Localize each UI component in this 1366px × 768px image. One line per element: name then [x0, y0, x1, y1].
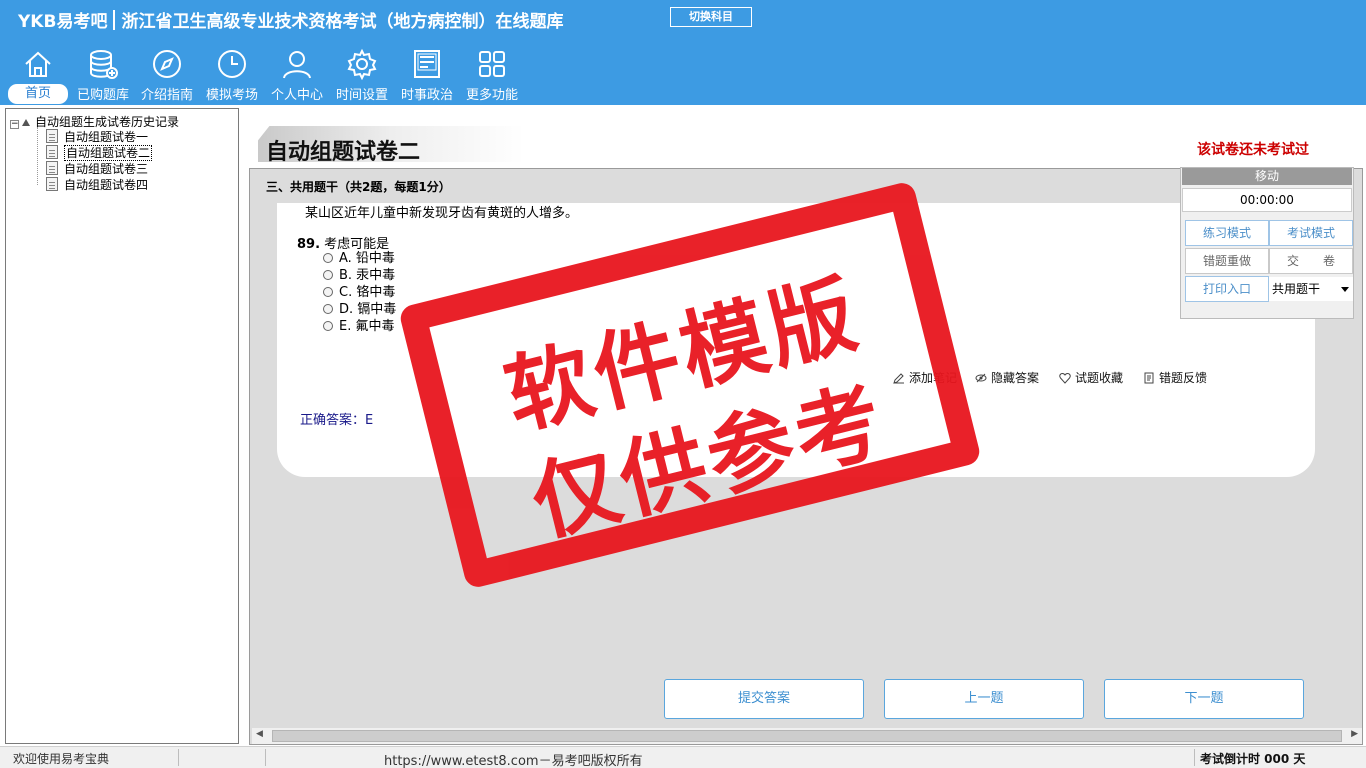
- nav-label: 个人中心: [270, 88, 323, 103]
- user-icon: [283, 51, 311, 79]
- option-c[interactable]: C. 铬中毒: [323, 284, 395, 301]
- brand: YKB易考吧 浙江省卫生高级专业技术资格考试（地方病控制）在线题库: [18, 7, 563, 32]
- option-d[interactable]: D. 镉中毒: [323, 301, 396, 318]
- logo: YKB易考吧: [18, 12, 108, 32]
- status-divider: [265, 749, 266, 766]
- question-number: 89.: [297, 237, 321, 252]
- radio-button[interactable]: [323, 287, 333, 297]
- correct-answer: 正确答案：E: [300, 413, 374, 428]
- section-title: 三、共用题干（共2题，每题1分）: [266, 180, 451, 194]
- nav-label: 模拟考场: [205, 88, 258, 103]
- welcome-text: 欢迎使用易考宝典: [13, 752, 110, 766]
- document-icon: [46, 161, 58, 175]
- radio-button[interactable]: [323, 321, 333, 331]
- gear-icon: [347, 48, 377, 80]
- app-header: YKB易考吧 浙江省卫生高级专业技术资格考试（地方病控制）在线题库 切换科目 首页…: [0, 0, 1366, 105]
- tree-item-paper-4[interactable]: 自动组题试卷四: [46, 176, 148, 192]
- exam-control-panel: 移动 00:00:00 练习模式 考试模式 错题重做 交 卷 打印入口 共用题干: [1180, 167, 1354, 319]
- tree-connector: [37, 127, 38, 185]
- document-icon: [46, 177, 58, 191]
- nav-label: 介绍指南: [140, 88, 193, 103]
- tree-item-paper-3[interactable]: 自动组题试卷三: [46, 160, 148, 176]
- nav-label: 时事政治: [400, 88, 453, 103]
- exam-countdown: 考试倒计时 000 天: [1200, 752, 1306, 766]
- nav-time-settings[interactable]: 时间设置: [332, 48, 392, 104]
- grid-icon: [479, 51, 505, 77]
- exam-status-note: 该试卷还未考试过: [1197, 142, 1309, 158]
- scroll-right-icon[interactable]: ▶: [1351, 729, 1358, 739]
- scroll-thumb[interactable]: [272, 730, 1342, 742]
- nav-home[interactable]: 首页: [8, 48, 68, 104]
- option-b[interactable]: B. 汞中毒: [323, 267, 395, 284]
- prev-question-button[interactable]: 上一题: [884, 679, 1084, 719]
- radio-button[interactable]: [323, 270, 333, 280]
- nav-label: 已购题库: [76, 88, 129, 103]
- next-question-button[interactable]: 下一题: [1104, 679, 1304, 719]
- nav-purchased[interactable]: 已购题库: [73, 48, 133, 104]
- tree-root-label: 自动组题生成试卷历史记录: [35, 115, 180, 129]
- collapse-icon[interactable]: −: [10, 120, 19, 129]
- scroll-left-icon[interactable]: ◀: [256, 729, 263, 739]
- radio-button[interactable]: [323, 304, 333, 314]
- page-title: 自动组题试卷二: [266, 140, 421, 165]
- nav-label: 首页: [8, 84, 68, 104]
- option-a[interactable]: A. 铅中毒: [323, 250, 395, 267]
- brand-divider: [113, 10, 116, 30]
- redo-wrong-button[interactable]: 错题重做: [1185, 248, 1269, 274]
- home-icon: [25, 51, 51, 77]
- tree-item-paper-1[interactable]: 自动组题试卷一: [46, 128, 148, 144]
- chevron-down-icon: [1341, 287, 1349, 292]
- nav-label: 时间设置: [335, 88, 388, 103]
- database-icon: [90, 50, 118, 79]
- status-divider: [178, 749, 179, 766]
- question-type-select[interactable]: 共用题干: [1269, 277, 1353, 301]
- hide-answer-button[interactable]: 隐藏答案: [975, 369, 1039, 386]
- nav-profile[interactable]: 个人中心: [267, 48, 327, 104]
- heart-icon: [1059, 372, 1071, 384]
- switch-subject-button[interactable]: 切换科目: [670, 7, 752, 27]
- nav-mock-exam[interactable]: 模拟考场: [202, 48, 262, 104]
- news-icon: [414, 50, 440, 78]
- submit-answer-button[interactable]: 提交答案: [664, 679, 864, 719]
- exam-mode-button[interactable]: 考试模式: [1269, 220, 1353, 246]
- timer-display: 00:00:00: [1182, 188, 1352, 212]
- submit-paper-button[interactable]: 交 卷: [1269, 248, 1353, 274]
- document-icon: [1144, 372, 1154, 384]
- nav-more[interactable]: 更多功能: [462, 48, 522, 104]
- practice-mode-button[interactable]: 练习模式: [1185, 220, 1269, 246]
- option-e[interactable]: E. 氟中毒: [323, 318, 394, 335]
- tree-item-paper-2[interactable]: 自动组题试卷二: [46, 144, 153, 161]
- move-handle[interactable]: 移动: [1182, 168, 1352, 185]
- eye-off-icon: [975, 373, 987, 383]
- document-icon: [46, 129, 58, 143]
- clock-icon: [218, 50, 246, 78]
- feedback-button[interactable]: 错题反馈: [1143, 369, 1207, 386]
- compass-icon: [153, 50, 181, 78]
- nav-current-affairs[interactable]: 时事政治: [397, 48, 457, 104]
- horizontal-scrollbar[interactable]: ◀ ▶: [252, 728, 1362, 744]
- copyright-text: https://www.etest8.com－易考吧版权所有: [384, 754, 643, 768]
- folder-triangle-icon: [22, 119, 30, 126]
- history-tree: − 自动组题生成试卷历史记录 自动组题试卷一 自动组题试卷二 自动组题试卷三 自动…: [5, 108, 239, 744]
- status-bar: 欢迎使用易考宝典 https://www.etest8.com－易考吧版权所有 …: [0, 746, 1366, 768]
- print-entry-button[interactable]: 打印入口: [1185, 276, 1269, 302]
- document-icon: [46, 145, 58, 159]
- nav-guide[interactable]: 介绍指南: [137, 48, 197, 104]
- app-title: 浙江省卫生高级专业技术资格考试（地方病控制）在线题库: [121, 12, 564, 32]
- radio-button[interactable]: [323, 253, 333, 263]
- nav-label: 更多功能: [465, 88, 518, 103]
- favorite-button[interactable]: 试题收藏: [1059, 369, 1123, 386]
- status-divider: [1194, 749, 1195, 766]
